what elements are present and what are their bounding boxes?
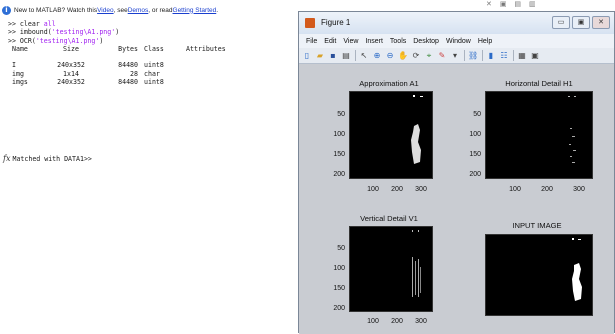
ytick-label: 50	[337, 245, 345, 252]
info-text-prefix: New to MATLAB? Watch this	[14, 6, 98, 14]
minimize-button[interactable]: ▭	[552, 16, 570, 29]
image-axes[interactable]	[485, 91, 593, 179]
ytick-label: 150	[333, 151, 345, 158]
input-image	[572, 238, 582, 301]
new-figure-icon[interactable]: ▯	[302, 51, 312, 61]
zoom-in-icon[interactable]: ⊕	[372, 51, 382, 61]
subplot-horizontal-detail[interactable]: Horizontal Detail H1 50 100 150 200 100 …	[457, 64, 615, 199]
command-line: >> clear all	[8, 20, 56, 28]
subplot-title: INPUT IMAGE	[512, 221, 562, 230]
xtick-label: 300	[415, 318, 427, 325]
hide-plot-tools-icon[interactable]: ▦	[517, 51, 527, 61]
info-text-suffix: .	[216, 6, 219, 14]
menu-tools[interactable]: Tools	[390, 38, 406, 45]
subplot-approximation[interactable]: Approximation A1 50 100 150 200 100 200 …	[299, 64, 457, 199]
background-options-icon: ▥	[528, 1, 536, 8]
command-line: >> imbound('testing\A1.png')	[8, 28, 120, 37]
figure-menu-bar: File Edit View Insert Tools Desktop Wind…	[299, 34, 614, 48]
xtick-label: 200	[391, 318, 403, 325]
command-output: >> clear all >> imbound('testing\A1.png')…	[8, 20, 236, 86]
matlab-logo-icon	[305, 18, 315, 28]
image-axes[interactable]	[485, 234, 593, 316]
background-dock-icon: ▣	[499, 1, 507, 8]
ytick-label: 200	[333, 305, 345, 312]
xtick-label: 300	[573, 186, 585, 193]
fx-icon[interactable]: fx	[3, 154, 10, 163]
figure-window[interactable]: Figure 1 ▭ ▣ ✕ File Edit View Insert Too…	[298, 11, 615, 334]
print-icon[interactable]: ▤	[341, 51, 351, 61]
open-icon[interactable]: ▰	[315, 51, 325, 61]
xtick-label: 200	[391, 186, 403, 193]
vertical-detail-image	[412, 230, 421, 297]
ytick-label: 150	[469, 151, 481, 158]
menu-view[interactable]: View	[343, 38, 358, 45]
menu-edit[interactable]: Edit	[324, 38, 336, 45]
figure-title-bar[interactable]: Figure 1 ▭ ▣ ✕	[299, 12, 614, 34]
approximation-image	[411, 95, 423, 164]
matched-output: Matched with DATA1>>	[12, 154, 92, 163]
demos-link[interactable]: Demos	[128, 7, 149, 14]
ytick-label: 50	[337, 111, 345, 118]
info-text-mid1: , see	[113, 6, 128, 14]
xtick-label: 100	[509, 186, 521, 193]
info-icon: i	[2, 5, 11, 15]
getting-started-link[interactable]: Getting Started	[173, 7, 217, 14]
rotate-icon[interactable]: ⟳	[411, 51, 421, 61]
whos-row: I 240x352 84480 uint8	[12, 61, 164, 70]
menu-file[interactable]: File	[306, 38, 317, 45]
link-icon[interactable]: ⛓	[468, 51, 478, 61]
info-text-mid2: , or read	[148, 6, 173, 14]
command-line: >> OCR('testing\A1.png')	[8, 36, 104, 45]
save-icon[interactable]: ▪	[328, 51, 338, 61]
menu-window[interactable]: Window	[446, 38, 471, 45]
xtick-label: 300	[415, 186, 427, 193]
current-prompt-line[interactable]: fx Matched with DATA1>>	[3, 154, 92, 163]
ytick-label: 100	[333, 131, 345, 138]
menu-insert[interactable]: Insert	[365, 38, 383, 45]
whos-row: img 1x14 28 char	[12, 69, 160, 78]
ytick-label: 50	[473, 111, 481, 118]
ytick-label: 150	[333, 285, 345, 292]
image-axes[interactable]	[349, 91, 433, 179]
pan-icon[interactable]: ✋	[398, 51, 408, 61]
legend-icon[interactable]: ☷	[499, 51, 509, 61]
dropdown-icon[interactable]: ▾	[450, 51, 460, 61]
figure-title: Figure 1	[321, 18, 351, 27]
subplot-title: Horizontal Detail H1	[505, 79, 573, 88]
xtick-label: 100	[367, 186, 379, 193]
menu-help[interactable]: Help	[478, 38, 492, 45]
info-bar: i New to MATLAB? Watch this Video , see …	[2, 4, 218, 16]
close-button[interactable]: ✕	[592, 16, 610, 29]
data-cursor-icon[interactable]: ⌖	[424, 51, 434, 61]
menu-desktop[interactable]: Desktop	[413, 38, 439, 45]
ytick-label: 200	[333, 171, 345, 178]
subplot-title: Vertical Detail V1	[360, 214, 418, 223]
subplot-input-image[interactable]: INPUT IMAGE	[457, 199, 615, 334]
pointer-icon[interactable]: ↖	[359, 51, 369, 61]
xtick-label: 100	[367, 318, 379, 325]
show-plot-tools-icon[interactable]: ▣	[530, 51, 540, 61]
subplot-title: Approximation A1	[359, 79, 419, 88]
ytick-label: 100	[333, 265, 345, 272]
zoom-out-icon[interactable]: ⊖	[385, 51, 395, 61]
ytick-label: 100	[469, 131, 481, 138]
maximize-button[interactable]: ▣	[572, 16, 590, 29]
brush-icon[interactable]: ✎	[437, 51, 447, 61]
figure-canvas[interactable]: Approximation A1 50 100 150 200 100 200 …	[299, 64, 614, 334]
background-layout-icon: ▤	[514, 1, 522, 8]
figure-toolbar: ▯ ▰ ▪ ▤ ↖ ⊕ ⊖ ✋ ⟳ ⌖ ✎ ▾ ⛓ ▮ ☷ ▦ ▣	[299, 48, 614, 64]
whos-row: imgs 240x352 84480 uint8	[12, 78, 164, 87]
background-close-icon: ✕	[486, 1, 492, 8]
image-axes[interactable]	[349, 226, 433, 312]
xtick-label: 200	[541, 186, 553, 193]
colorbar-icon[interactable]: ▮	[486, 51, 496, 61]
video-link[interactable]: Video	[97, 7, 114, 14]
subplot-vertical-detail[interactable]: Vertical Detail V1 50 100 150 200 100 20…	[299, 199, 457, 334]
horizontal-detail-image	[568, 96, 576, 163]
whos-header: Name Size Bytes Class Attributes	[12, 44, 226, 53]
ytick-label: 200	[469, 171, 481, 178]
